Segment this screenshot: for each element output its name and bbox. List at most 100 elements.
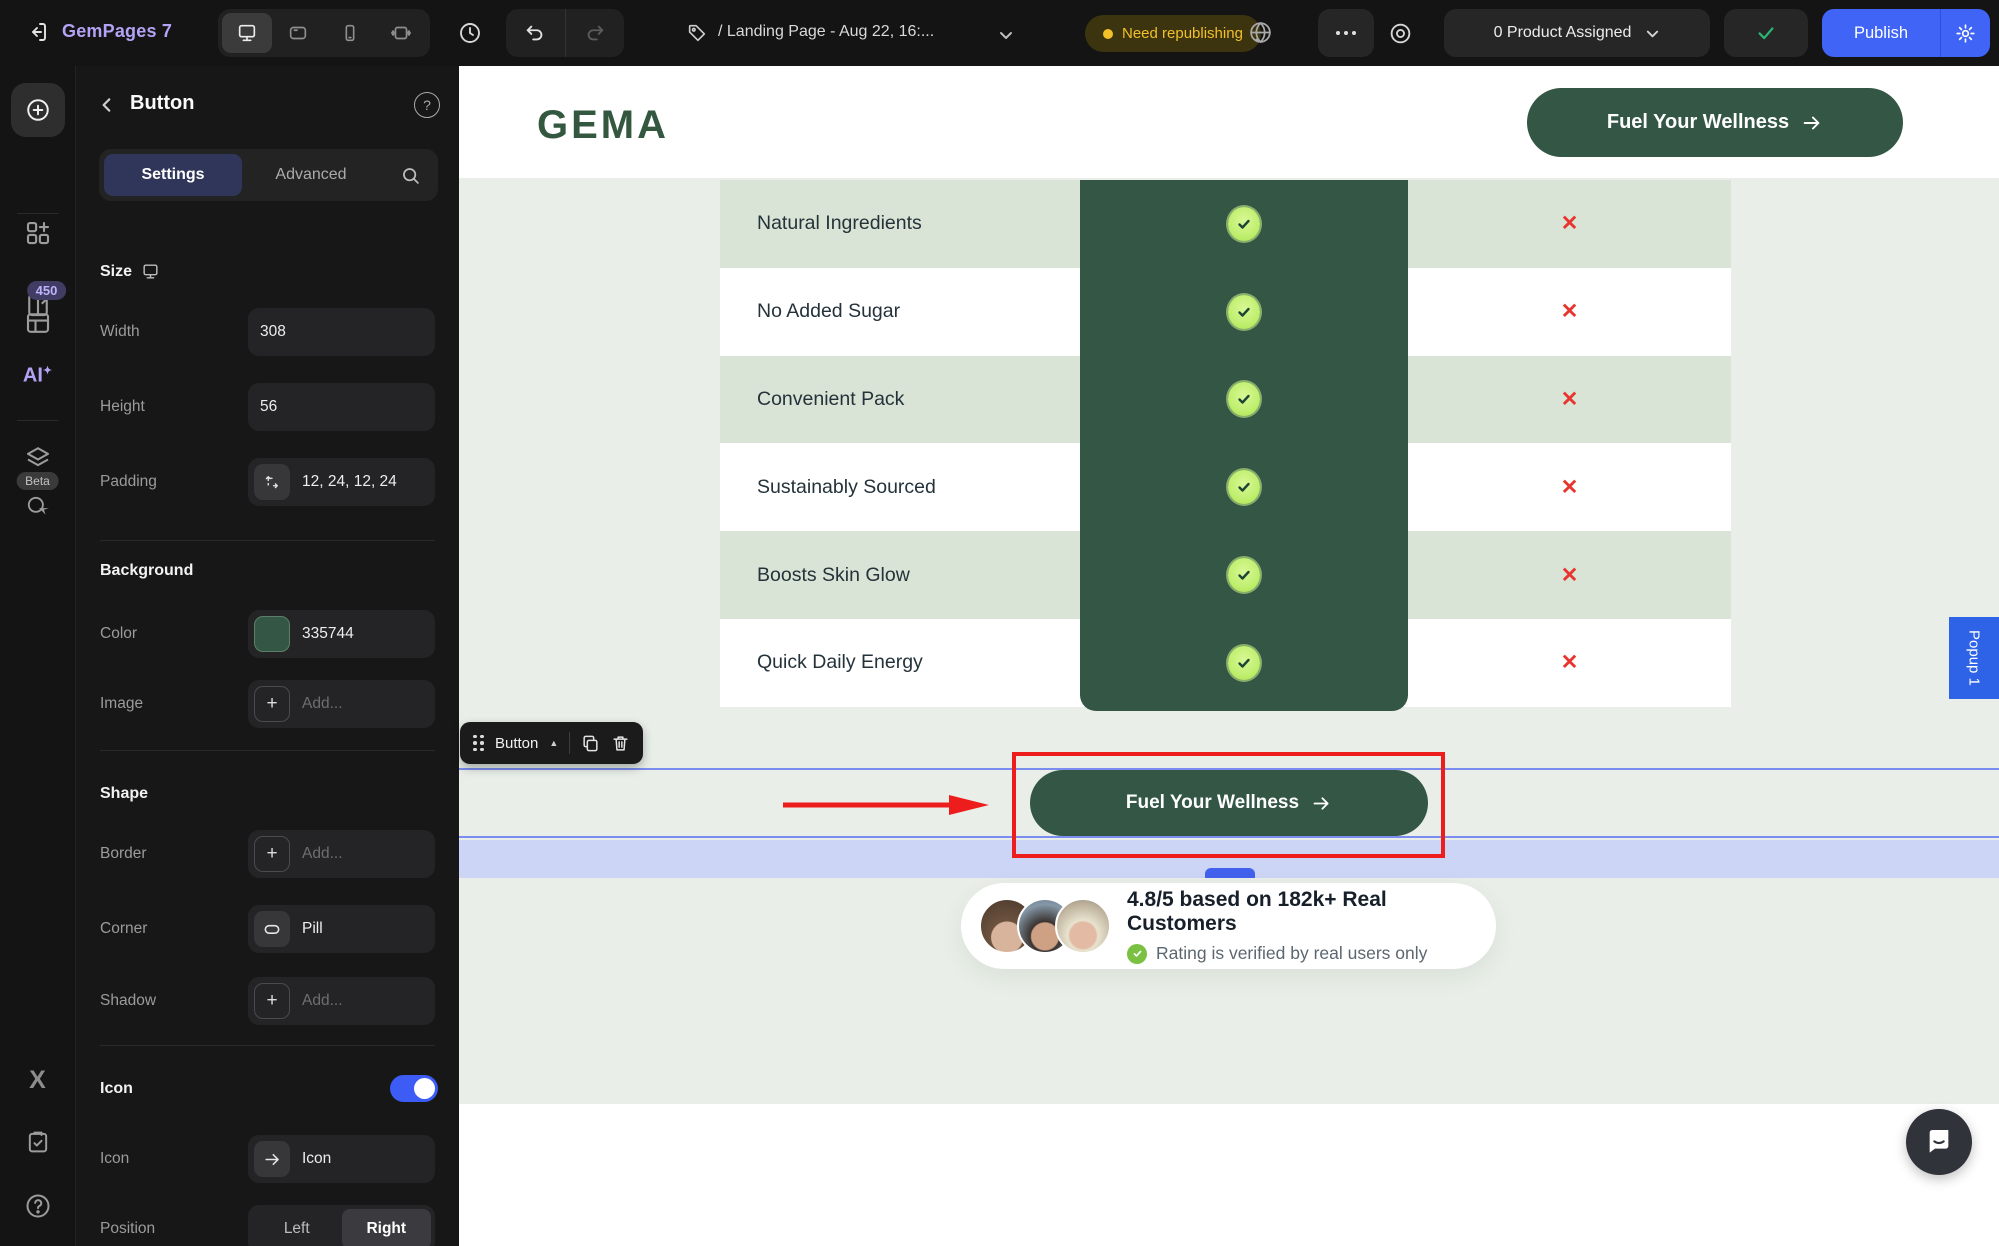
cross-icon: ✕ (1561, 211, 1579, 236)
comparison-section: Natural Ingredients ✕ No Added Sugar ✕ C… (459, 178, 1999, 1104)
arrow-right-icon (1311, 793, 1332, 814)
cross-icon: ✕ (1561, 387, 1579, 412)
device-desktop-button[interactable] (222, 13, 272, 53)
redo-button[interactable] (566, 9, 625, 57)
check-circle-icon (1228, 470, 1260, 504)
popup-tab[interactable]: Popup 1 (1949, 617, 1999, 699)
color-swatch[interactable] (254, 616, 290, 652)
search-icon[interactable] (400, 165, 421, 186)
publish-split-button[interactable]: Publish (1822, 9, 1990, 57)
breadcrumb[interactable]: / Landing Page - Aug 22, 16:... (718, 23, 934, 41)
icon-select[interactable]: Icon (248, 1135, 435, 1183)
drag-handle-icon[interactable] (473, 735, 484, 752)
page-switcher-chevron-icon[interactable] (998, 27, 1014, 43)
position-left-option[interactable]: Left (252, 1209, 342, 1246)
border-label: Border (100, 845, 147, 863)
device-scope-icon (141, 262, 160, 281)
verified-seal-icon (1127, 944, 1147, 964)
border-add[interactable]: + Add... (248, 830, 435, 878)
plus-icon: + (254, 983, 290, 1019)
x-app-icon[interactable]: X (29, 1066, 46, 1095)
header-cta-button[interactable]: Fuel Your Wellness (1527, 88, 1903, 157)
preview-icon[interactable] (1388, 21, 1413, 46)
icon-label: Icon (100, 1150, 129, 1168)
brand-logo: GemPages 7 (62, 21, 172, 42)
height-input[interactable]: 56 (248, 383, 435, 431)
check-circle-icon (1228, 382, 1260, 416)
position-right-option[interactable]: Right (342, 1209, 432, 1246)
publish-button[interactable]: Publish (1822, 9, 1940, 57)
bg-image-add[interactable]: + Add... (248, 680, 435, 728)
arrow-right-icon (254, 1141, 290, 1177)
check-circle-icon (1228, 295, 1260, 329)
check-circle-icon (1228, 646, 1260, 680)
tab-settings[interactable]: Settings (104, 154, 242, 196)
shadow-add[interactable]: + Add... (248, 977, 435, 1025)
templates-icon[interactable] (23, 308, 53, 338)
size-section-title: Size (100, 262, 160, 281)
layers-icon[interactable] (23, 442, 53, 472)
undo-redo-group (506, 9, 624, 57)
element-toolbar-label: Button (495, 735, 538, 752)
icon-toggle[interactable] (390, 1075, 438, 1102)
pill-shape-icon (254, 911, 290, 947)
more-options-button[interactable] (1318, 9, 1374, 57)
background-section-title: Background (100, 562, 193, 580)
rating-card: 4.8/5 based on 182k+ Real Customers Rati… (961, 883, 1496, 969)
chat-bubble-icon (1923, 1126, 1955, 1158)
version-history-icon[interactable] (458, 21, 482, 45)
status-dot-icon (1103, 29, 1113, 39)
translate-icon[interactable] (1248, 20, 1273, 45)
sections-library-icon[interactable] (23, 218, 53, 248)
device-laptop-button[interactable] (274, 13, 324, 53)
check-circle-icon (1228, 558, 1260, 592)
selected-cta-button[interactable]: Fuel Your Wellness (1030, 770, 1428, 836)
spacing-resize-handle[interactable] (1205, 868, 1255, 878)
cross-icon: ✕ (1561, 475, 1579, 500)
chat-launcher-button[interactable] (1906, 1109, 1972, 1175)
padding-label: Padding (100, 473, 157, 491)
cross-icon: ✕ (1561, 299, 1579, 324)
width-input[interactable]: 308 (248, 308, 435, 356)
device-responsive-button[interactable] (377, 13, 427, 53)
add-element-button[interactable] (11, 83, 65, 137)
bg-color-picker[interactable]: 335744 (248, 610, 435, 658)
corner-select[interactable]: Pill (248, 905, 435, 953)
saved-check-button[interactable] (1724, 9, 1808, 57)
panel-title: Button (130, 92, 194, 115)
store-header: GEMA Fuel Your Wellness (459, 66, 1999, 178)
help-icon[interactable] (24, 1192, 52, 1220)
panel-help-icon[interactable]: ? (414, 92, 440, 118)
publish-settings-button[interactable] (1940, 9, 1990, 57)
width-label: Width (100, 323, 140, 341)
duplicate-button[interactable] (581, 734, 600, 753)
corner-label: Corner (100, 920, 147, 938)
padding-input[interactable]: 12, 24, 12, 24 (248, 458, 435, 506)
collapse-caret-icon[interactable]: ▲ (549, 738, 558, 748)
device-switcher (218, 9, 430, 57)
back-chevron-icon[interactable] (98, 96, 116, 114)
product-assigned-dropdown[interactable]: 0 Product Assigned (1444, 9, 1710, 57)
avatar (1055, 898, 1111, 954)
page-canvas[interactable]: GEMA Fuel Your Wellness Natural Ingredie… (459, 66, 1999, 1246)
element-settings-panel: Button ? Settings Advanced Size Width 30… (76, 66, 459, 1246)
height-label: Height (100, 398, 145, 416)
annotation-red-arrow (781, 791, 991, 819)
store-logo: GEMA (537, 103, 669, 148)
exit-editor-icon[interactable] (26, 20, 50, 44)
customer-avatars (979, 898, 1111, 954)
tab-advanced[interactable]: Advanced (242, 154, 380, 196)
delete-button[interactable] (611, 734, 630, 753)
device-mobile-button[interactable] (325, 13, 375, 53)
undo-button[interactable] (506, 9, 566, 57)
position-segmented-control: Left Right (248, 1205, 435, 1246)
plus-icon: + (254, 686, 290, 722)
rating-subtitle: Rating is verified by real users only (1156, 943, 1427, 964)
section-divider (100, 540, 435, 541)
interaction-click-icon[interactable] (25, 494, 51, 520)
comparison-table: Natural Ingredients ✕ No Added Sugar ✕ C… (720, 180, 1731, 707)
ai-assistant-button[interactable]: AI✦ (23, 364, 52, 388)
tasks-clipboard-icon[interactable] (24, 1128, 52, 1156)
icon-section-title: Icon (100, 1080, 133, 1098)
cross-icon: ✕ (1561, 563, 1579, 588)
